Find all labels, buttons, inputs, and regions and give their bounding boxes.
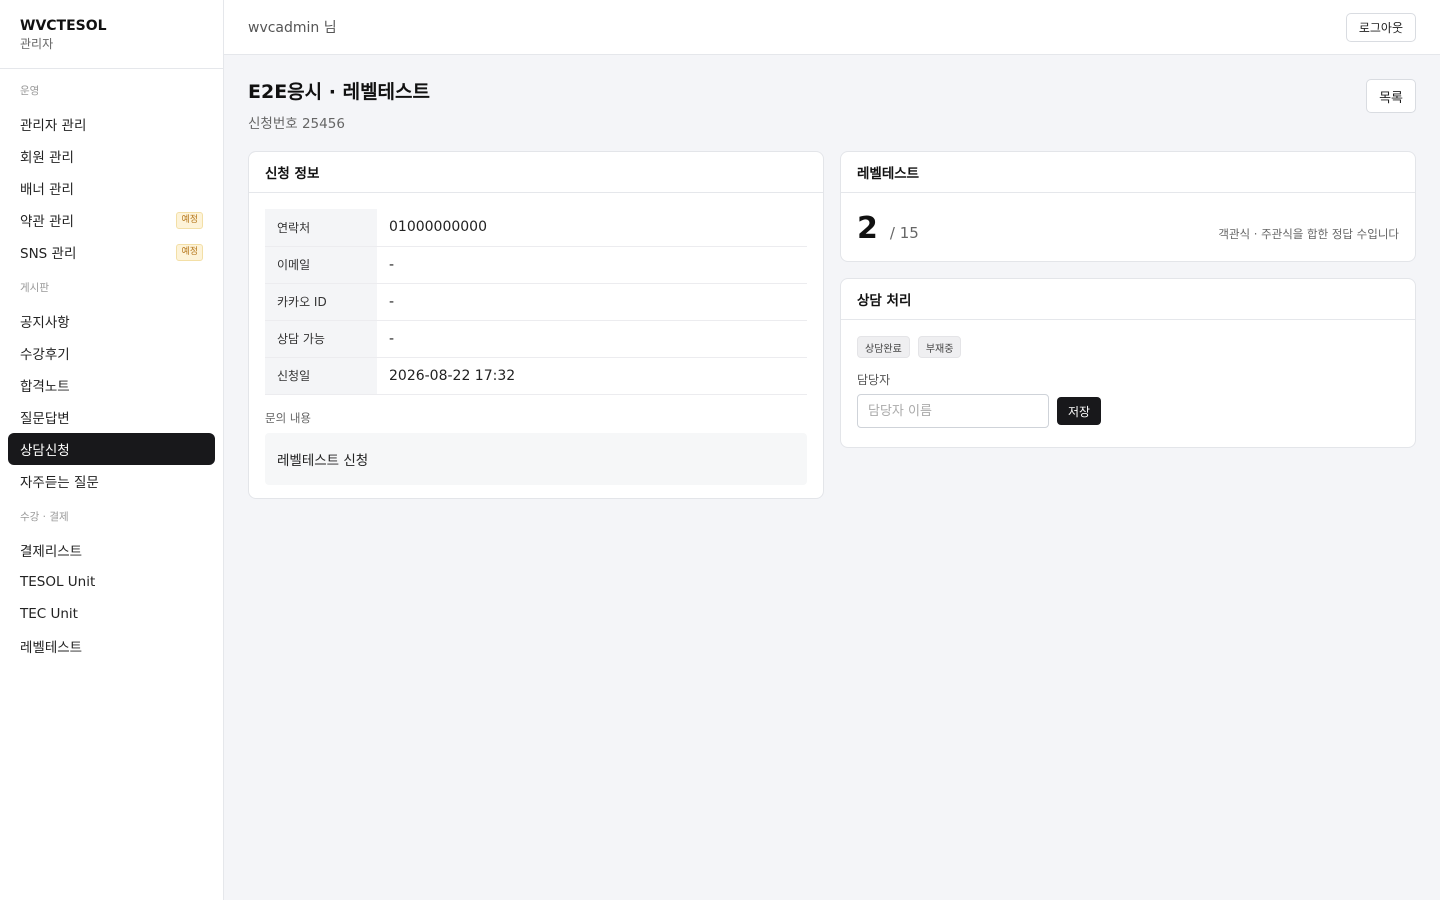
sidebar-item-label: 질문답변 (20, 411, 70, 427)
level-test-card: 레벨테스트 2 / 15 객관식 · 주관식을 합한 정답 수입니다 (840, 151, 1416, 262)
field-value: - (377, 246, 807, 284)
consultation-processing-card: 상담 처리 상담완료 부재중 담당자 저장 (840, 278, 1416, 448)
field-key: 카카오 ID (265, 283, 377, 321)
sidebar-item-sns-management[interactable]: SNS 관리 예정 (8, 236, 215, 268)
sidebar-item-label: 합격노트 (20, 379, 70, 395)
topbar: wvcadmin 님 로그아웃 (224, 0, 1440, 55)
nav-group-label: 게시판 (20, 282, 49, 294)
list-button[interactable]: 목록 (1366, 79, 1416, 113)
field-value: 01000000000 (377, 209, 807, 247)
field-value: - (377, 283, 807, 321)
page-header: E2E응시 · 레벨테스트 신청번호 25456 목록 (248, 55, 1416, 151)
sidebar-item-admin-management[interactable]: 관리자 관리 (8, 108, 215, 140)
field-value: - (377, 320, 807, 358)
logout-button[interactable]: 로그아웃 (1345, 12, 1416, 42)
manager-name-input[interactable] (857, 394, 1049, 428)
sidebar-item-tec-unit[interactable]: TEC Unit (8, 598, 215, 630)
sidebar-item-member-management[interactable]: 회원 관리 (8, 140, 215, 172)
nav-group-label: 운영 (20, 85, 40, 97)
score-row: 2 / 15 객관식 · 주관식을 합한 정답 수입니다 (841, 193, 1415, 246)
score-value: 2 (857, 211, 878, 246)
sidebar-item-label: 결제리스트 (20, 544, 83, 560)
sidebar-item-level-test[interactable]: 레벨테스트 (8, 630, 215, 662)
application-number: 신청번호 25456 (248, 116, 345, 132)
field-key: 상담 가능 (265, 320, 377, 358)
status-chip-completed[interactable]: 상담완료 (857, 336, 910, 358)
inquiry-label: 문의 내용 (265, 410, 311, 425)
card-body: 상담완료 부재중 담당자 저장 (841, 320, 1415, 444)
sidebar-item-label: 레벨테스트 (20, 640, 83, 656)
sidebar-item-notices[interactable]: 공지사항 (8, 305, 215, 337)
table-row: 이메일 - (265, 246, 807, 284)
application-info-card: 신청 정보 연락처 01000000000 이메일 - 카카오 ID - 상담 … (248, 151, 824, 499)
sidebar-nav: 운영 관리자 관리 회원 관리 배너 관리 약관 관리 예정 SNS 관리 예정 게… (0, 69, 223, 662)
sidebar-item-label: TESOL Unit (20, 574, 96, 590)
brand: WVCTESOL 관리자 (0, 0, 223, 69)
field-key: 연락처 (265, 209, 377, 247)
sidebar-item-terms-management[interactable]: 약관 관리 예정 (8, 204, 215, 236)
sidebar-item-label: 수강후기 (20, 347, 70, 363)
table-row: 신청일 2026-08-22 17:32 (265, 357, 807, 395)
nav-group-courses-payments: 수강 · 결제 결제리스트 TESOL Unit TEC Unit 레벨테스트 (0, 508, 223, 662)
sidebar-item-payment-list[interactable]: 결제리스트 (8, 534, 215, 566)
sidebar-item-label: 상담신청 (20, 443, 70, 459)
sidebar-item-pass-notes[interactable]: 합격노트 (8, 369, 215, 401)
card-body: 연락처 01000000000 이메일 - 카카오 ID - 상담 가능 - 신… (249, 193, 823, 501)
main-content: E2E응시 · 레벨테스트 신청번호 25456 목록 신청 정보 연락처 01… (248, 55, 1416, 499)
sidebar: WVCTESOL 관리자 운영 관리자 관리 회원 관리 배너 관리 약관 관리… (0, 0, 224, 900)
nav-group-label: 수강 · 결제 (20, 511, 69, 523)
sidebar-item-label: SNS 관리 (20, 246, 77, 262)
field-key: 신청일 (265, 357, 377, 395)
sidebar-item-label: TEC Unit (20, 606, 78, 622)
nav-group-board: 게시판 공지사항 수강후기 합격노트 질문답변 상담신청 자주듣는 질문 (0, 279, 223, 497)
user-greeting: wvcadmin 님 (248, 20, 337, 36)
page-title: E2E응시 · 레벨테스트 (248, 81, 430, 103)
sidebar-item-tesol-unit[interactable]: TESOL Unit (8, 566, 215, 598)
sidebar-item-label: 관리자 관리 (20, 118, 87, 134)
score-note: 객관식 · 주관식을 합한 정답 수입니다 (1218, 227, 1399, 241)
status-chips: 상담완료 부재중 (857, 336, 1399, 358)
manager-field-row: 저장 (857, 394, 1399, 428)
application-info-table: 연락처 01000000000 이메일 - 카카오 ID - 상담 가능 - 신… (265, 209, 807, 395)
status-badge: 예정 (176, 211, 203, 229)
save-button[interactable]: 저장 (1057, 397, 1102, 425)
score-total: / 15 (889, 224, 919, 242)
sidebar-item-qna[interactable]: 질문답변 (8, 401, 215, 433)
status-badge: 예정 (176, 243, 203, 261)
sidebar-item-reviews[interactable]: 수강후기 (8, 337, 215, 369)
table-row: 연락처 01000000000 (265, 209, 807, 247)
sidebar-item-label: 배너 관리 (20, 182, 74, 198)
inquiry-content: 레벨테스트 신청 (265, 432, 807, 485)
sidebar-item-label: 약관 관리 (20, 214, 74, 230)
table-row: 카카오 ID - (265, 283, 807, 321)
sidebar-item-banner-management[interactable]: 배너 관리 (8, 172, 215, 204)
field-value: 2026-08-22 17:32 (377, 357, 807, 395)
card-title: 레벨테스트 (841, 152, 1415, 193)
status-chip-absent[interactable]: 부재중 (917, 336, 962, 358)
field-key: 이메일 (265, 246, 377, 284)
table-row: 상담 가능 - (265, 320, 807, 358)
sidebar-item-label: 회원 관리 (20, 150, 74, 166)
score: 2 / 15 (857, 211, 919, 246)
card-title: 상담 처리 (841, 279, 1415, 320)
card-title: 신청 정보 (249, 152, 823, 193)
nav-group-operations: 운영 관리자 관리 회원 관리 배너 관리 약관 관리 예정 SNS 관리 예정 (0, 82, 223, 268)
sidebar-item-consultation[interactable]: 상담신청 (8, 433, 215, 465)
sidebar-item-faq[interactable]: 자주듣는 질문 (8, 465, 215, 497)
sidebar-item-label: 자주듣는 질문 (20, 475, 99, 491)
manager-label: 담당자 (857, 373, 891, 387)
sidebar-item-label: 공지사항 (20, 315, 70, 331)
brand-subtitle: 관리자 (20, 37, 54, 51)
brand-name: WVCTESOL (20, 18, 107, 34)
